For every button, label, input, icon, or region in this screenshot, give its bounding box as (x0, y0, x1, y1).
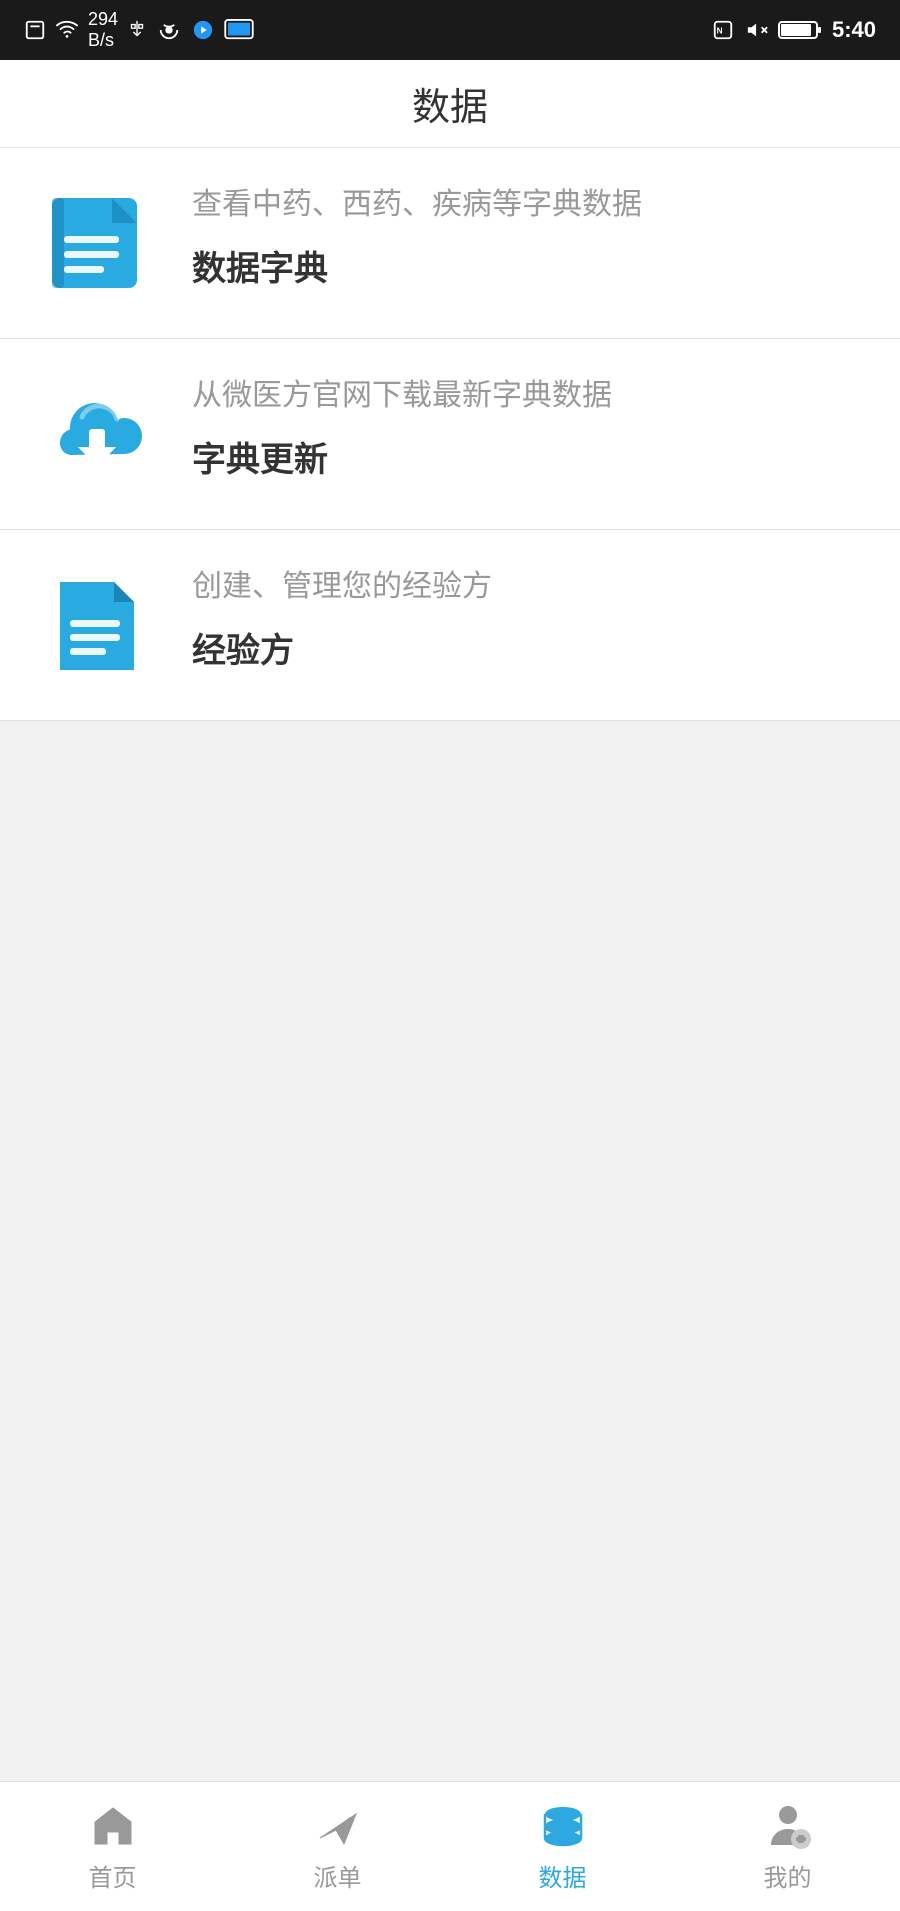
tab-mine[interactable]: 我的 (675, 1782, 900, 1911)
tab-mine-label: 我的 (764, 1858, 812, 1893)
mute-icon (746, 19, 768, 41)
svg-text:N: N (717, 27, 723, 36)
database-icon (537, 1800, 589, 1852)
send-icon (312, 1800, 364, 1852)
tab-bar: 首页 派单 数据 (0, 1781, 900, 1911)
experience-formula-desc: 创建、管理您的经验方 (192, 564, 492, 609)
status-bar: 294B/s N 5:40 (0, 0, 900, 60)
signal-icon (156, 19, 182, 41)
person-icon (762, 1800, 814, 1852)
dictionary-update-icon (32, 369, 162, 499)
tab-data[interactable]: 数据 (450, 1782, 675, 1911)
menu-item-dictionary-update[interactable]: 从微医方官网下载最新字典数据 字典更新 (0, 339, 900, 530)
tab-dispatch-label: 派单 (314, 1858, 362, 1893)
status-right: N 5:40 (710, 17, 876, 43)
dictionary-update-desc: 从微医方官网下载最新字典数据 (192, 373, 612, 418)
data-dictionary-icon (32, 178, 162, 308)
dictionary-update-text: 从微医方官网下载最新字典数据 字典更新 (192, 369, 612, 481)
file-icon (24, 19, 46, 41)
dictionary-update-label: 字典更新 (192, 432, 328, 481)
page-title: 数据 (412, 76, 488, 131)
data-dictionary-text: 查看中药、西药、疾病等字典数据 数据字典 (192, 178, 642, 290)
nfc-icon: N (710, 19, 736, 41)
battery-icon (778, 19, 822, 41)
status-left: 294B/s (24, 9, 254, 51)
home-icon (87, 1800, 139, 1852)
screen-icon (224, 19, 254, 41)
tab-home[interactable]: 首页 (0, 1782, 225, 1911)
tab-home-label: 首页 (89, 1858, 137, 1893)
network-speed: 294B/s (88, 9, 118, 51)
tab-dispatch[interactable]: 派单 (225, 1782, 450, 1911)
page-header: 数据 (0, 60, 900, 148)
wifi-icon (54, 19, 80, 41)
data-dictionary-desc: 查看中药、西药、疾病等字典数据 (192, 182, 642, 227)
tab-data-label: 数据 (539, 1858, 587, 1893)
experience-formula-icon (32, 560, 162, 690)
menu-item-data-dictionary[interactable]: 查看中药、西药、疾病等字典数据 数据字典 (0, 148, 900, 339)
experience-formula-label: 经验方 (192, 623, 294, 672)
time-display: 5:40 (832, 17, 876, 43)
content-area: 查看中药、西药、疾病等字典数据 数据字典 从微医方官网下载最新字典数据 字典更新 (0, 148, 900, 1781)
experience-formula-text: 创建、管理您的经验方 经验方 (192, 560, 492, 672)
menu-item-experience-formula[interactable]: 创建、管理您的经验方 经验方 (0, 530, 900, 721)
data-dictionary-label: 数据字典 (192, 241, 328, 290)
usb-icon (126, 19, 148, 41)
media-icon (190, 19, 216, 41)
